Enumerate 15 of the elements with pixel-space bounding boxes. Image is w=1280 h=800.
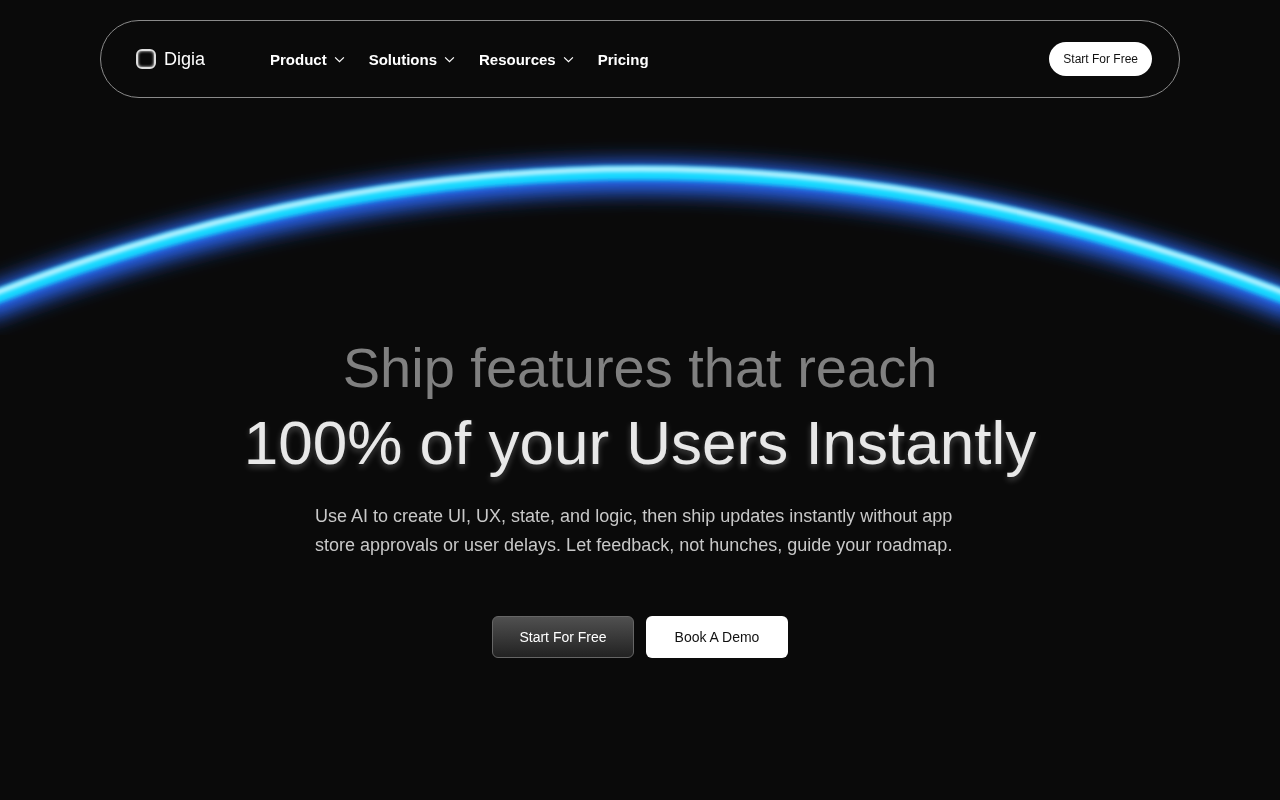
brand-name[interactable]: Digia xyxy=(164,48,206,70)
headline: 100% of your Users Instantly xyxy=(243,408,1037,478)
nav-link[interactable]: Resources xyxy=(479,50,574,68)
start-for-free-button[interactable]: Start For Free xyxy=(1049,42,1152,76)
chevron-down-icon xyxy=(444,55,455,63)
chevron-down-icon xyxy=(333,55,345,63)
chevron-down-icon xyxy=(562,55,574,63)
headline: Ship features that reach xyxy=(342,336,938,400)
nav-link[interactable]: Pricing xyxy=(597,50,649,68)
nav-link[interactable]: Product xyxy=(270,50,345,68)
start-for-free-button[interactable]: Start For Free xyxy=(492,616,634,658)
book-demo-button[interactable]: Book A Demo xyxy=(646,616,788,658)
nav-link[interactable]: Solutions xyxy=(368,50,455,68)
description: Use AI to create UI, UX, state, and logic, then ship updates instantly without app store approvals or user delays. Let feedback, not hunches, guide your roadmap. xyxy=(315,505,954,557)
logo-icon xyxy=(136,49,156,69)
